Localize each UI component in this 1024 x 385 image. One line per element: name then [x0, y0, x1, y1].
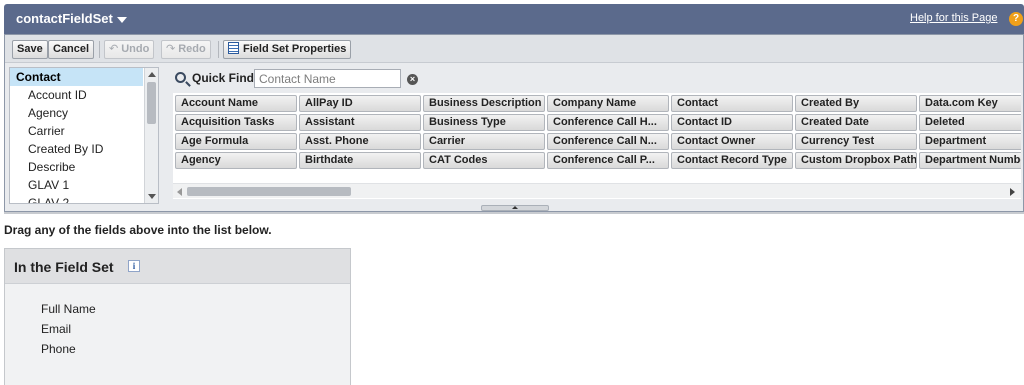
redo-label: Redo: [178, 43, 206, 55]
toolbar-divider: [99, 41, 100, 58]
clear-search-icon[interactable]: ×: [407, 74, 418, 85]
object-list-item[interactable]: GLAV 2: [10, 194, 158, 203]
redo-icon: ↷: [166, 43, 176, 55]
field-set-item[interactable]: Phone: [41, 339, 96, 359]
field-palette-item[interactable]: Contact ID: [671, 114, 793, 131]
field-set-panel: In the Field Set i Full Name Email Phone: [4, 248, 351, 385]
object-list-item[interactable]: Account ID: [10, 86, 158, 104]
search-icon: [175, 72, 186, 83]
properties-icon: [228, 42, 239, 54]
field-set-item[interactable]: Full Name: [41, 299, 96, 319]
field-set-list: Full Name Email Phone: [41, 299, 96, 359]
field-grid-scrollbar[interactable]: [173, 183, 1021, 198]
field-grid-area: Account Name AllPay ID Business Descriptio…: [173, 93, 1021, 199]
field-set-title-menu[interactable]: contactFieldSet: [16, 11, 127, 26]
field-grid: Account Name AllPay ID Business Descriptio…: [175, 95, 1021, 169]
field-set-heading: In the Field Set: [14, 259, 114, 275]
field-palette-item[interactable]: Company Name: [547, 95, 669, 112]
field-palette-item[interactable]: Custom Dropbox Path: [795, 152, 917, 169]
field-palette-item[interactable]: Conference Call P...: [547, 152, 669, 169]
scroll-right-icon[interactable]: [1010, 188, 1015, 196]
field-palette-item[interactable]: Agency: [175, 152, 297, 169]
field-palette-item[interactable]: Account Name: [175, 95, 297, 112]
save-button[interactable]: Save: [12, 40, 48, 59]
field-palette-item[interactable]: Contact: [671, 95, 793, 112]
field-palette-item[interactable]: Data.com Key: [919, 95, 1021, 112]
collapse-palette-handle[interactable]: [481, 205, 549, 211]
field-palette-item[interactable]: Contact Owner: [671, 133, 793, 150]
object-list-items: Contact Account ID Agency Carrier Created By…: [10, 68, 158, 203]
field-palette-item[interactable]: Currency Test: [795, 133, 917, 150]
field-palette-item[interactable]: Department Number: [919, 152, 1021, 169]
object-list[interactable]: Contact Account ID Agency Carrier Created By…: [9, 67, 159, 204]
field-palette-item[interactable]: Assistant: [299, 114, 421, 131]
field-set-properties-button[interactable]: Field Set Properties: [223, 40, 352, 59]
page-title: contactFieldSet: [16, 11, 113, 26]
field-palette-item[interactable]: Conference Call H...: [547, 114, 669, 131]
help-icon[interactable]: ?: [1009, 12, 1023, 26]
field-palette-item[interactable]: Conference Call N...: [547, 133, 669, 150]
toolbar: Save Cancel ↶ Undo ↷ Redo Field Set Proper…: [5, 35, 1023, 63]
properties-label: Field Set Properties: [243, 43, 347, 55]
help-link[interactable]: Help for this Page: [910, 12, 997, 24]
undo-button[interactable]: ↶ Undo: [104, 40, 155, 59]
field-palette-item[interactable]: Business Description: [423, 95, 545, 112]
object-list-item[interactable]: GLAV 1: [10, 176, 158, 194]
object-list-item[interactable]: Carrier: [10, 122, 158, 140]
palette-bottom-edge: [4, 212, 1024, 214]
field-set-item[interactable]: Email: [41, 319, 96, 339]
drag-instruction: Drag any of the fields above into the li…: [4, 223, 272, 237]
chevron-down-icon[interactable]: [116, 16, 127, 23]
redo-button[interactable]: ↷ Redo: [161, 40, 211, 59]
cancel-button[interactable]: Cancel: [48, 40, 95, 59]
field-palette-item[interactable]: Birthdate: [299, 152, 421, 169]
object-list-item[interactable]: Agency: [10, 104, 158, 122]
field-palette-item[interactable]: Acquisition Tasks: [175, 114, 297, 131]
field-palette-item[interactable]: Contact Record Type: [671, 152, 793, 169]
field-palette-item[interactable]: Asst. Phone: [299, 133, 421, 150]
object-list-item[interactable]: Describe: [10, 158, 158, 176]
scrollbar-thumb[interactable]: [147, 82, 156, 124]
field-palette-item[interactable]: AllPay ID: [299, 95, 421, 112]
field-palette: Save Cancel ↶ Undo ↷ Redo Field Set Proper…: [4, 34, 1024, 212]
field-palette-item[interactable]: Created Date: [795, 114, 917, 131]
scroll-left-icon[interactable]: [177, 188, 182, 196]
toolbar-divider: [218, 41, 219, 58]
quick-find-label: Quick Find: [192, 71, 255, 85]
object-list-item[interactable]: Created By ID: [10, 140, 158, 158]
field-palette-item[interactable]: Business Type: [423, 114, 545, 131]
field-palette-item[interactable]: Carrier: [423, 133, 545, 150]
scroll-down-icon[interactable]: [148, 194, 156, 199]
field-palette-item[interactable]: Deleted: [919, 114, 1021, 131]
page-header: contactFieldSet Help for this Page ?: [4, 4, 1024, 34]
field-palette-item[interactable]: Created By: [795, 95, 917, 112]
scrollbar-thumb[interactable]: [187, 187, 351, 196]
scroll-up-icon[interactable]: [148, 72, 156, 77]
info-icon[interactable]: i: [128, 260, 140, 272]
undo-label: Undo: [121, 43, 150, 55]
undo-icon: ↶: [109, 43, 119, 55]
object-list-item[interactable]: Contact: [10, 68, 143, 86]
quick-find-input[interactable]: [254, 69, 401, 88]
field-set-header: In the Field Set i: [5, 249, 350, 284]
object-list-scrollbar[interactable]: [144, 68, 158, 203]
field-palette-item[interactable]: Department: [919, 133, 1021, 150]
field-palette-item[interactable]: CAT Codes: [423, 152, 545, 169]
field-palette-item[interactable]: Age Formula: [175, 133, 297, 150]
